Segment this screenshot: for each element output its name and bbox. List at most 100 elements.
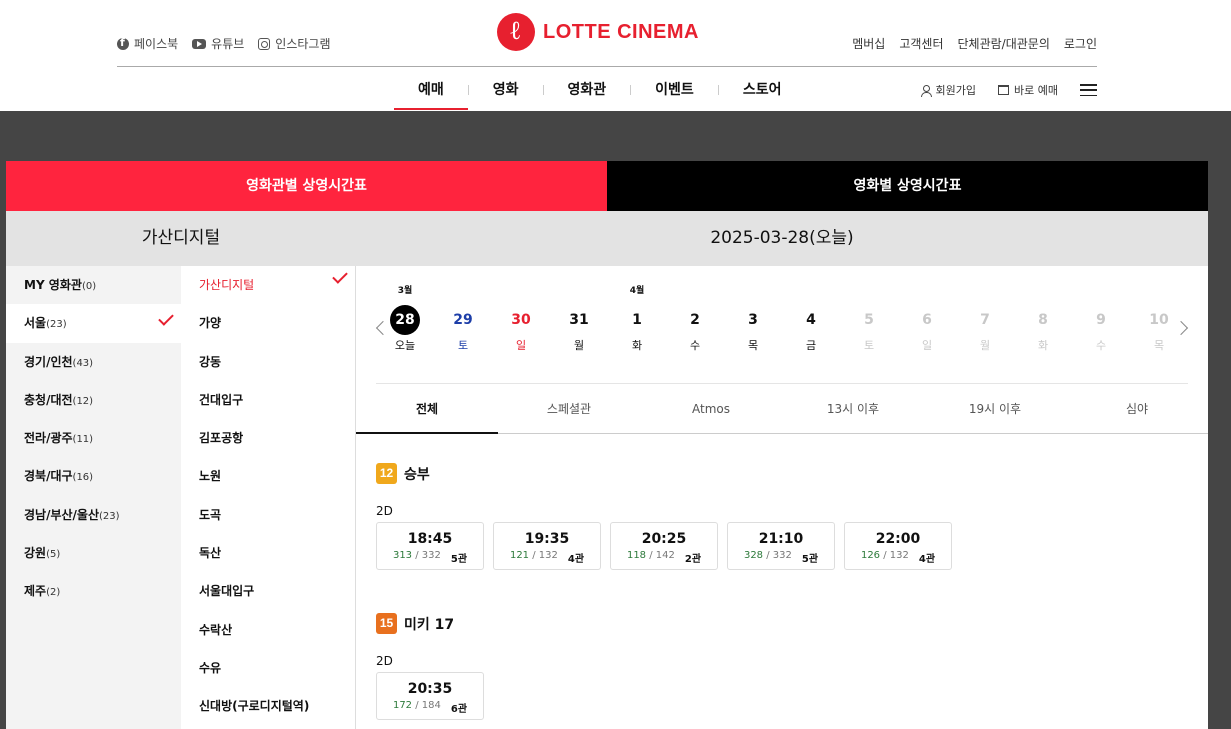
showtime-time: 21:10	[758, 531, 804, 547]
filter-tab[interactable]: 스페셜관	[498, 384, 640, 433]
theater-item[interactable]: 강동	[181, 343, 355, 381]
nav-events[interactable]: 이벤트	[631, 70, 718, 110]
showtime-button[interactable]: 22:00 126 / 132 4관	[844, 522, 952, 570]
nav-booking[interactable]: 예매	[394, 70, 468, 110]
theater-item[interactable]: 노원	[181, 457, 355, 495]
theater-name: 강동	[199, 354, 222, 369]
nav-movies[interactable]: 영화	[469, 70, 543, 110]
header-divider	[117, 66, 1097, 67]
youtube-icon	[192, 38, 207, 49]
theater-name: 건대입구	[199, 392, 244, 407]
theater-item[interactable]: 건대입구	[181, 381, 355, 419]
region-name: 서울	[24, 316, 47, 331]
filter-tab[interactable]: 19시 이후	[924, 384, 1066, 433]
region-item[interactable]: 서울(23)	[6, 304, 181, 343]
filter-tab[interactable]: 13시 이후	[782, 384, 924, 433]
theater-item[interactable]: 신대방(구로디지털역)	[181, 687, 355, 725]
date-month	[675, 283, 715, 297]
signup-link[interactable]: 회원가입	[920, 82, 977, 98]
date-item[interactable]: 3월 28 오늘	[385, 283, 425, 353]
membership-link[interactable]: 멤버십	[852, 35, 885, 52]
person-icon	[920, 84, 932, 97]
youtube-link[interactable]: 유튜브	[192, 35, 244, 52]
theater-item[interactable]: 도곡	[181, 496, 355, 534]
logo[interactable]: LOTTE CINEMA	[497, 13, 699, 51]
region-count: (23)	[99, 510, 120, 522]
hall-name: 5관	[801, 554, 819, 565]
region-count: (5)	[46, 549, 61, 561]
theater-item[interactable]: 가양	[181, 304, 355, 342]
theater-item[interactable]: 가산디지털	[181, 266, 355, 304]
schedule-content: 2025-03-28(오늘) 3월 28 오늘 29 토 30 일 31 월 4월 1 화 2 수 3 목 4 금…	[356, 211, 1208, 729]
region-count: (11)	[72, 434, 94, 446]
region-name: 경북/대구	[24, 469, 73, 484]
seats-remaining: 328	[743, 550, 764, 561]
nav-store[interactable]: 스토어	[719, 70, 806, 110]
filter-tab[interactable]: Atmos	[640, 384, 782, 433]
nav-theaters[interactable]: 영화관	[544, 70, 631, 110]
region-item[interactable]: MY 영화관(0)	[6, 266, 181, 304]
date-weekday: 일	[515, 339, 527, 352]
date-month	[849, 283, 889, 297]
login-link[interactable]: 로그인	[1064, 35, 1097, 52]
tab-by-movie[interactable]: 영화별 상영시간표	[607, 161, 1208, 211]
tab-by-theater[interactable]: 영화관별 상영시간표	[6, 161, 607, 211]
date-day: 1	[632, 312, 642, 328]
movie-title[interactable]: 15 미키 17	[376, 613, 484, 634]
region-item[interactable]: 강원(5)	[6, 534, 181, 572]
theater-item[interactable]: 수락산	[181, 611, 355, 649]
logo-text: LOTTE CINEMA	[543, 20, 699, 43]
seats-total: / 184	[412, 700, 441, 711]
theater-name: 수유	[199, 660, 222, 675]
theater-item[interactable]: 서울대입구	[181, 572, 355, 610]
theater-item[interactable]: 독산	[181, 534, 355, 572]
filter-tab[interactable]: 심야	[1066, 384, 1208, 433]
date-item[interactable]: 29 토	[443, 283, 483, 353]
movie-block: 15 미키 17 2D 20:35 172 / 184 6관	[376, 613, 484, 720]
date-item[interactable]: 4월 1 화	[617, 283, 657, 353]
schedule-panel: 영화관별 상영시간표 영화별 상영시간표 가산디지털 MY 영화관(0) 서울(2…	[6, 161, 1208, 729]
theater-name: 도곡	[199, 507, 222, 522]
region-item[interactable]: 제주(2)	[6, 572, 181, 610]
facebook-link[interactable]: 페이스북	[117, 35, 178, 52]
date-item[interactable]: 4금	[791, 283, 831, 353]
showtime-button[interactable]: 20:35 172 / 184 6관	[376, 672, 484, 720]
showtime-button[interactable]: 20:25 118 / 142 2관	[610, 522, 718, 570]
filter-tab[interactable]: 전체	[356, 384, 498, 434]
showtime-button[interactable]: 19:35 121 / 132 4관	[493, 522, 601, 570]
seats-total: / 132	[880, 550, 909, 561]
theater-item[interactable]: 김포공항	[181, 419, 355, 457]
date-item[interactable]: 2수	[675, 283, 715, 353]
group-rental-link[interactable]: 단체관람/대관문의	[958, 35, 1050, 52]
seats-total: / 142	[646, 550, 675, 561]
menu-icon[interactable]	[1080, 84, 1097, 96]
quick-booking-link[interactable]: 바로 예매	[998, 82, 1058, 98]
region-item[interactable]: 경북/대구(16)	[6, 457, 181, 495]
date-item[interactable]: 31 월	[559, 283, 599, 353]
region-item[interactable]: 충청/대전(12)	[6, 381, 181, 419]
customer-center-link[interactable]: 고객센터	[899, 35, 943, 52]
date-item[interactable]: 3목	[733, 283, 773, 353]
date-weekday: 월	[979, 339, 991, 352]
region-item[interactable]: 전라/광주(11)	[6, 419, 181, 457]
instagram-link[interactable]: 인스타그램	[258, 35, 331, 52]
date-month: 4월	[629, 286, 645, 296]
theater-name: 수락산	[199, 622, 233, 637]
age-rating-badge: 15	[376, 613, 397, 634]
region-name: 제주	[24, 584, 47, 599]
date-month	[1139, 283, 1179, 297]
time-filter-tabs: 전체 스페셜관 Atmos 13시 이후 19시 이후 심야	[356, 384, 1208, 434]
signup-label: 회원가입	[935, 84, 977, 97]
region-item[interactable]: 경기/인천(43)	[6, 343, 181, 381]
date-day: 2	[690, 312, 700, 328]
theater-item[interactable]: 수유	[181, 649, 355, 687]
region-item[interactable]: 경남/부산/울산(23)	[6, 496, 181, 534]
date-item: 10 목	[1139, 283, 1179, 353]
date-item[interactable]: 30 일	[501, 283, 541, 353]
date-day: 10	[1149, 312, 1169, 328]
showtime-button[interactable]: 18:45 313 / 332 5관	[376, 522, 484, 570]
region-name: 충청/대전	[24, 392, 73, 407]
movie-title[interactable]: 12 승부	[376, 463, 952, 484]
showtime-button[interactable]: 21:10 328 / 332 5관	[727, 522, 835, 570]
theater-selector: 가산디지털 MY 영화관(0) 서울(23) 경기/인천(43) 충청/대전(12) 전…	[6, 211, 356, 729]
